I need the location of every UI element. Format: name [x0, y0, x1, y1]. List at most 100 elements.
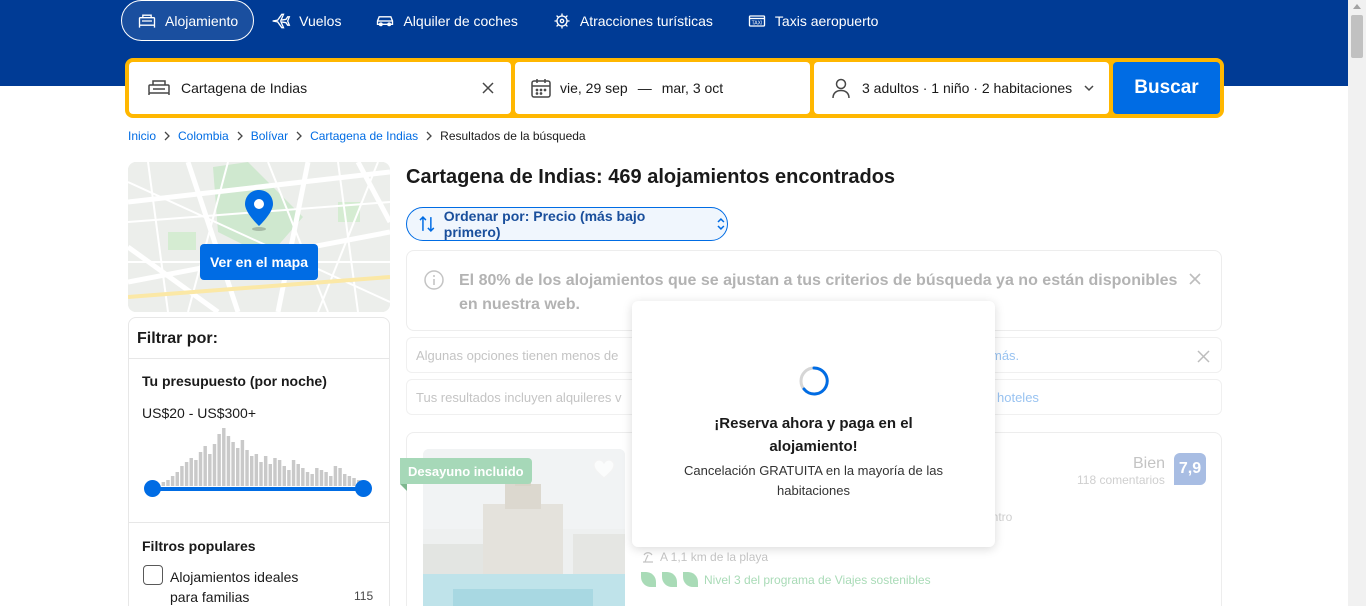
heart-icon[interactable]: [592, 458, 616, 480]
histogram-bar: [212, 444, 217, 486]
search-bar: Cartagena de Indias vie, 29 sep — mar, 3…: [125, 58, 1224, 118]
divider: [129, 358, 389, 359]
date-end: mar, 3 oct: [661, 80, 724, 96]
map-preview[interactable]: Ver en el mapa: [128, 162, 390, 312]
histogram-bar: [315, 468, 319, 486]
chevron-down-icon: [1084, 85, 1094, 92]
histogram-bar: [268, 464, 273, 486]
breadcrumb-current: Resultados de la búsqueda: [440, 129, 586, 143]
histogram-bar: [282, 466, 286, 486]
svg-text:TAXI: TAXI: [752, 20, 763, 26]
map-pin-icon: [245, 190, 273, 231]
histogram-bar: [249, 456, 254, 486]
histogram-bar: [194, 460, 198, 486]
histogram-bar: [296, 464, 300, 486]
price-histogram: [161, 428, 361, 486]
histogram-bar: [259, 462, 263, 486]
clear-destination-icon[interactable]: [481, 81, 495, 95]
breadcrumb-country[interactable]: Colombia: [178, 129, 229, 143]
beach-distance: A 1,1 km de la playa: [641, 550, 768, 564]
nav-tab-attractions[interactable]: Atracciones turísticas: [535, 0, 730, 41]
sort-label: Ordenar por: Precio (más bajo primero): [443, 208, 646, 240]
sort-button[interactable]: Ordenar por: Precio (más bajo primero): [406, 207, 728, 241]
histogram-bar: [184, 462, 189, 486]
destination-field[interactable]: Cartagena de Indias: [129, 62, 511, 114]
badge-notch: [400, 484, 407, 491]
breadcrumb-home[interactable]: Inicio: [128, 129, 156, 143]
histogram-bar: [329, 476, 333, 486]
close-icon[interactable]: [1188, 272, 1202, 286]
breadcrumb-city[interactable]: Cartagena de Indias: [310, 129, 418, 143]
rentals-banner-text: Tus resultados incluyen alquileres v: [416, 390, 622, 405]
filters-panel: Filtrar por: Tu presupuesto (por noche) …: [128, 317, 390, 606]
nav-tab-airport-taxis[interactable]: TAXI Taxis aeropuerto: [730, 0, 896, 41]
sustainability-text: Nivel 3 del programa de Viajes sostenibl…: [704, 572, 931, 587]
histogram-bar: [333, 466, 338, 486]
histogram-bar: [305, 472, 310, 486]
attractions-icon: [554, 13, 570, 28]
bed-icon: [138, 14, 156, 28]
histogram-bar: [347, 476, 352, 486]
nav-tab-accommodation[interactable]: Alojamiento: [121, 0, 255, 41]
plane-icon: [272, 13, 291, 28]
nav-tab-car-rental[interactable]: Alquiler de coches: [358, 0, 534, 41]
nav-tab-flights[interactable]: Vuelos: [254, 0, 358, 41]
filter-checkbox-families[interactable]: [143, 565, 163, 585]
histogram-bar: [217, 434, 221, 486]
taxi-icon: TAXI: [748, 14, 766, 27]
leaf-icon: [641, 572, 656, 587]
chevron-right-icon: [296, 131, 302, 141]
popular-filters-title: Filtros populares: [142, 538, 256, 554]
histogram-bar: [291, 460, 296, 486]
rentals-banner-link[interactable]: hoteles: [997, 390, 1039, 405]
breadcrumb-region[interactable]: Bolívar: [251, 129, 288, 143]
scroll-up-arrow-icon[interactable]: [1353, 4, 1361, 9]
divider: [129, 522, 389, 523]
sort-arrows-icon: [419, 216, 435, 232]
loading-modal: ¡Reserva ahora y paga en el alojamiento!…: [632, 301, 995, 547]
filter-count-families: 115: [354, 589, 374, 603]
sustainability-level: Nivel 3 del programa de Viajes sostenibl…: [641, 572, 931, 587]
breadcrumb: Inicio Colombia Bolívar Cartagena de Ind…: [128, 129, 586, 143]
budget-slider-min-handle[interactable]: [144, 480, 161, 497]
leaf-icon: [662, 572, 677, 587]
options-banner-link[interactable]: más.: [991, 348, 1019, 363]
modal-title: ¡Reserva ahora y paga en el alojamiento!: [714, 415, 913, 455]
search-button[interactable]: Buscar: [1113, 62, 1220, 114]
guests-field[interactable]: 3 adultos · 1 niño · 2 habitaciones: [814, 62, 1109, 114]
options-banner-text: Algunas opciones tienen menos de: [416, 348, 619, 363]
calendar-icon: [531, 79, 551, 98]
budget-title: Tu presupuesto (por noche): [142, 373, 327, 389]
chevron-right-icon: [164, 131, 170, 141]
budget-range: US$20 - US$300+: [142, 405, 257, 421]
loading-spinner-icon: [799, 366, 829, 396]
beach-icon: [643, 552, 653, 563]
budget-slider-track: [152, 487, 364, 491]
scrollbar-thumb[interactable]: [1351, 15, 1363, 58]
histogram-bar: [198, 452, 203, 486]
histogram-bar: [338, 468, 342, 486]
date-start: vie, 29 sep: [560, 80, 628, 96]
date-field[interactable]: vie, 29 sep — mar, 3 oct: [515, 62, 810, 114]
histogram-bar: [343, 474, 347, 486]
main-nav: Alojamiento Vuelos Alquiler de coches At…: [121, 0, 895, 41]
histogram-bar: [263, 456, 268, 486]
page-scrollbar[interactable]: [1348, 0, 1366, 606]
histogram-bar: [324, 472, 328, 486]
close-icon[interactable]: [1197, 350, 1210, 363]
destination-value: Cartagena de Indias: [181, 80, 308, 96]
rating-word: Bien: [1133, 455, 1166, 472]
guests-value: 3 adultos · 1 niño · 2 habitaciones: [862, 80, 1073, 96]
nav-tab-label: Vuelos: [299, 12, 342, 29]
filters-title: Filtrar por:: [137, 330, 218, 347]
show-on-map-button[interactable]: Ver en el mapa: [200, 244, 318, 280]
budget-slider-max-handle[interactable]: [355, 480, 372, 497]
chevron-right-icon: [237, 131, 243, 141]
histogram-bar: [310, 474, 314, 486]
filter-label-families[interactable]: Alojamientos ideales para familias: [170, 567, 330, 606]
histogram-bar: [319, 470, 324, 486]
histogram-bar: [175, 472, 179, 486]
histogram-bar: [189, 458, 193, 486]
nav-tab-label: Taxis aeropuerto: [774, 12, 879, 29]
histogram-bar: [277, 460, 282, 486]
